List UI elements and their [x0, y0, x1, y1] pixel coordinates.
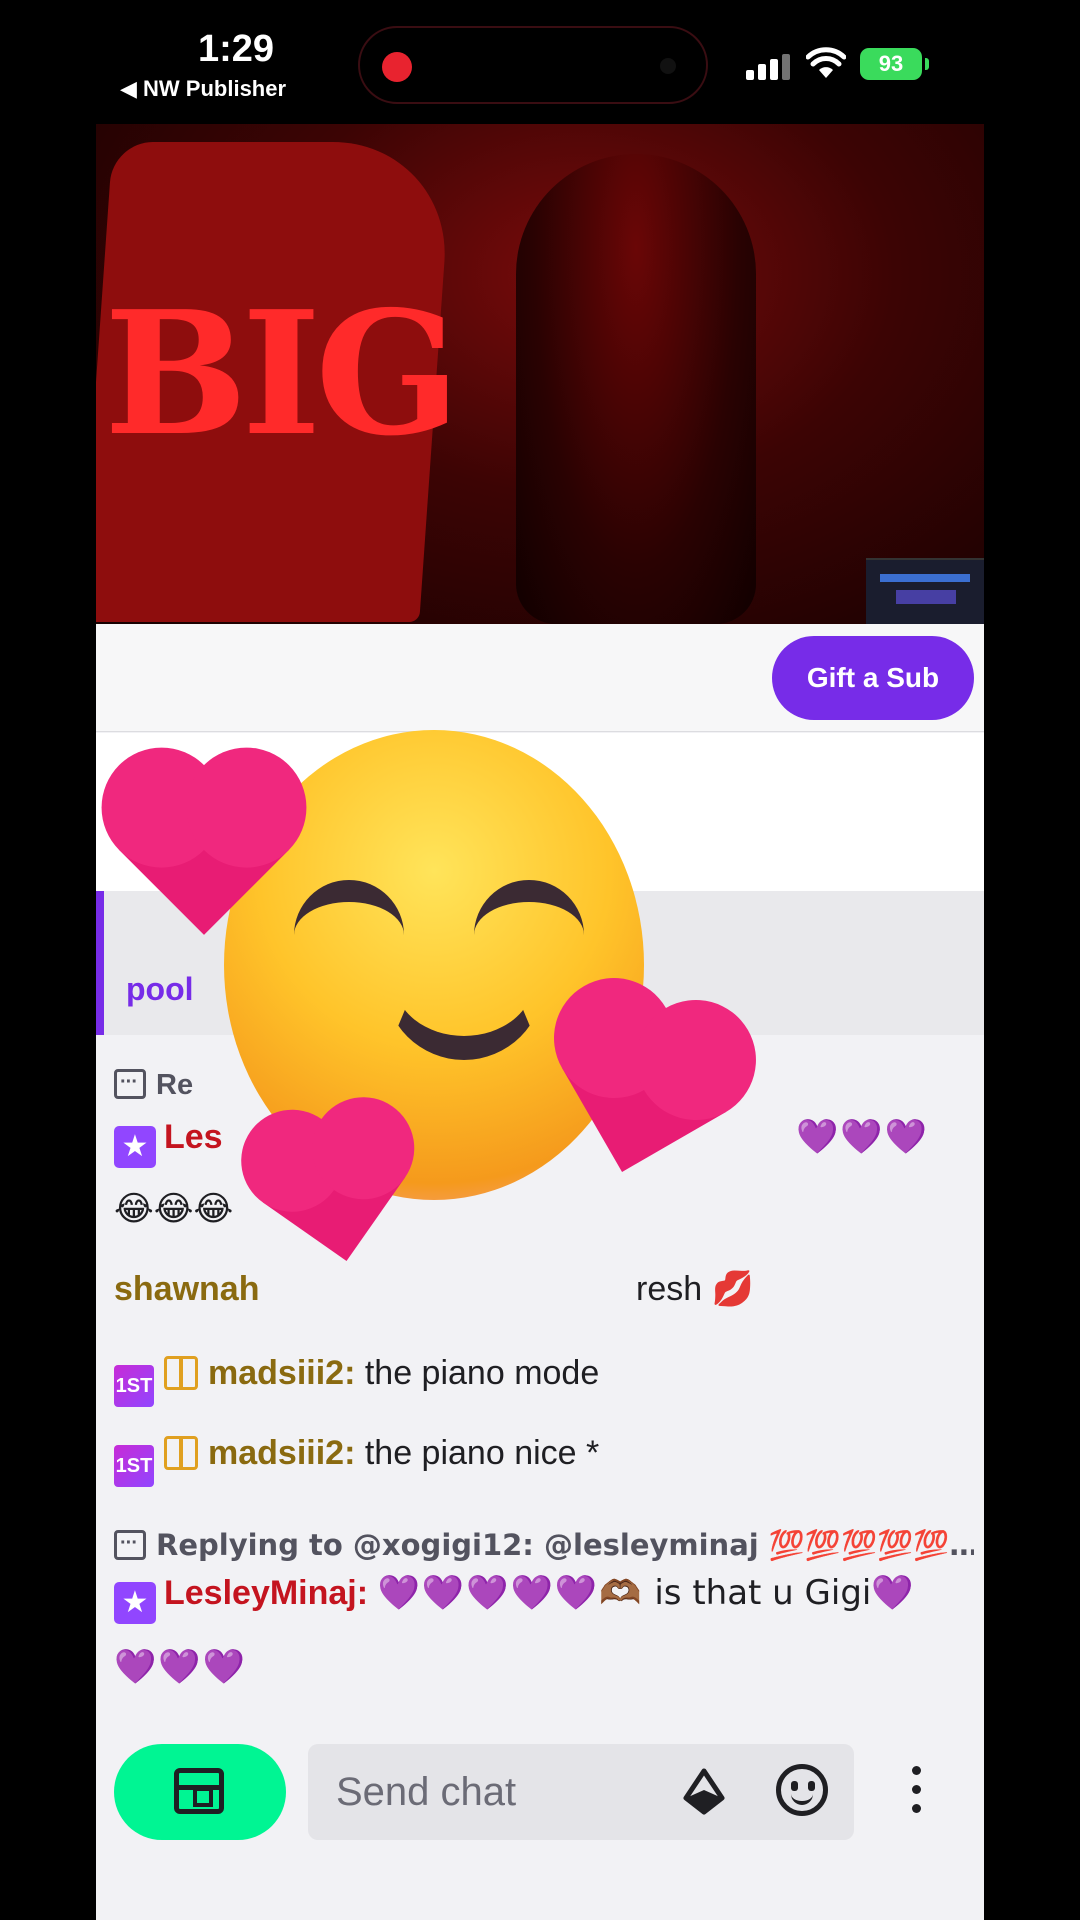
gift-badge-icon [164, 1436, 198, 1470]
first-badge-icon: 1ST [114, 1445, 154, 1487]
smiling-hearts-emoji-sticker [119, 730, 764, 1262]
chat-username[interactable]: LesleyMinaj: [164, 1574, 368, 1612]
vip-star-badge-icon: ★ [114, 1582, 156, 1624]
wifi-icon [806, 47, 846, 78]
chat-text: resh 💋 [636, 1270, 754, 1308]
stream-app: BIG Gift a Sub pool Re ★Les 💜💜💜 😂😂😂 shaw… [96, 124, 984, 1920]
more-icon[interactable] [906, 1766, 926, 1816]
video-shirt-text: BIG [104, 274, 460, 474]
send-chat-input[interactable] [308, 1744, 854, 1840]
chat-message[interactable]: shawnah resh 💋 [114, 1265, 974, 1313]
reply-context[interactable]: Replying to @xogigi12: @lesleyminaj 💯💯💯💯… [114, 1521, 974, 1570]
chat-message[interactable]: 1ST madsiii2: the piano mode [114, 1349, 974, 1407]
emoji-eye-right [474, 880, 584, 940]
chat-emotes: 💜💜💜💜💜🫶🏾 [377, 1573, 644, 1613]
battery-icon: 93 [860, 48, 929, 80]
chat-username[interactable]: shawnah [114, 1270, 259, 1308]
chat-message[interactable]: 1ST madsiii2: the piano nice * [114, 1429, 974, 1487]
status-time: 1:29 [198, 28, 275, 70]
chat-message-line2: 💜💜💜 [114, 1647, 248, 1687]
chat-text: 💜💜💜 [796, 1117, 930, 1157]
recording-icon [382, 52, 412, 82]
first-badge-icon: 1ST [114, 1365, 154, 1407]
chat-input-bar [96, 1730, 984, 1920]
reply-text: Replying to @xogigi12: @lesleyminaj 💯💯💯💯… [156, 1528, 974, 1562]
battery-level: 93 [878, 51, 904, 76]
camera-dot [660, 58, 676, 74]
chat-message[interactable]: ★ LesleyMinaj: 💜💜💜💜💜🫶🏾 is that u Gigi💜 [114, 1569, 974, 1624]
treasure-chest-icon [174, 1768, 224, 1814]
treasure-chest-button[interactable] [114, 1744, 286, 1840]
bits-icon[interactable] [682, 1768, 726, 1816]
emoji-mouth [384, 960, 544, 1060]
reply-icon [114, 1521, 146, 1567]
subscription-bar: Gift a Sub [96, 624, 984, 732]
video-monitor [866, 558, 984, 624]
video-player[interactable]: BIG [96, 124, 984, 624]
gift-badge-icon [164, 1356, 198, 1390]
chat-text: is that u Gigi💜 [643, 1573, 914, 1613]
emoji-eye-left [294, 880, 404, 940]
chat-username[interactable]: madsiii2: [208, 1434, 355, 1472]
video-person [516, 154, 756, 624]
gift-sub-button[interactable]: Gift a Sub [772, 636, 974, 720]
dynamic-island [358, 26, 708, 104]
signal-icon [746, 54, 790, 80]
emote-icon[interactable] [776, 1764, 828, 1816]
heart-icon [562, 1008, 726, 1172]
chat-text: the piano mode [364, 1354, 600, 1392]
status-bar: 1:29 ◀ NW Publisher 93 [0, 0, 1080, 124]
back-to-app-link[interactable]: ◀ NW Publisher [120, 76, 286, 102]
chat-text: the piano nice * [364, 1434, 600, 1472]
chat-username[interactable]: madsiii2: [208, 1354, 355, 1392]
heart-icon [262, 1118, 406, 1262]
